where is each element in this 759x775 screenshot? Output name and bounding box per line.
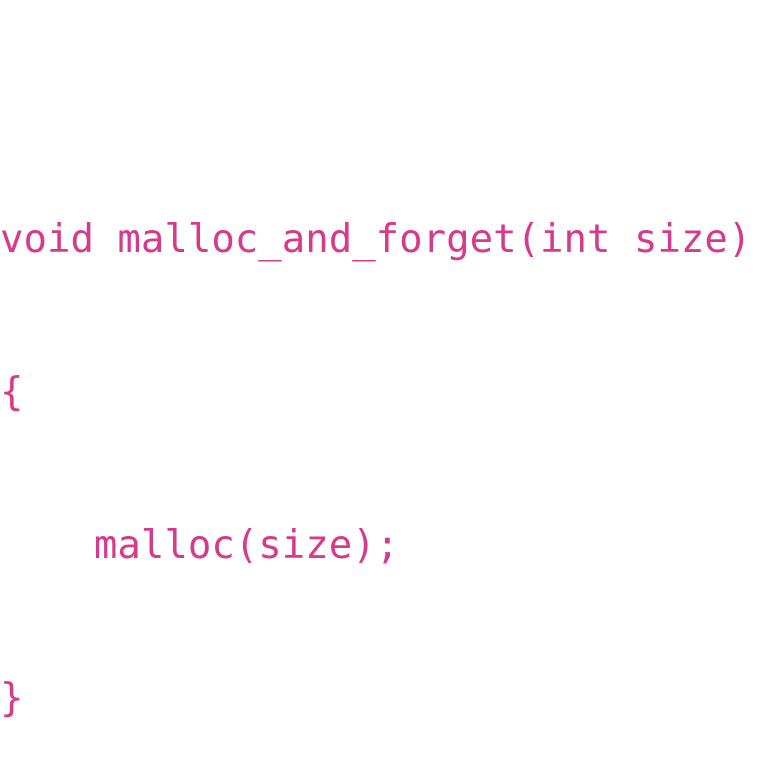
code-line-signature: void malloc_and_forget(int size) (0, 217, 752, 262)
code-snippet: void malloc_and_forget(int size) { mallo… (0, 112, 751, 775)
code-line-malloc-call: malloc(size); (0, 523, 400, 568)
code-line-open-brace: { (0, 370, 24, 415)
code-line-close-brace: } (0, 676, 24, 721)
